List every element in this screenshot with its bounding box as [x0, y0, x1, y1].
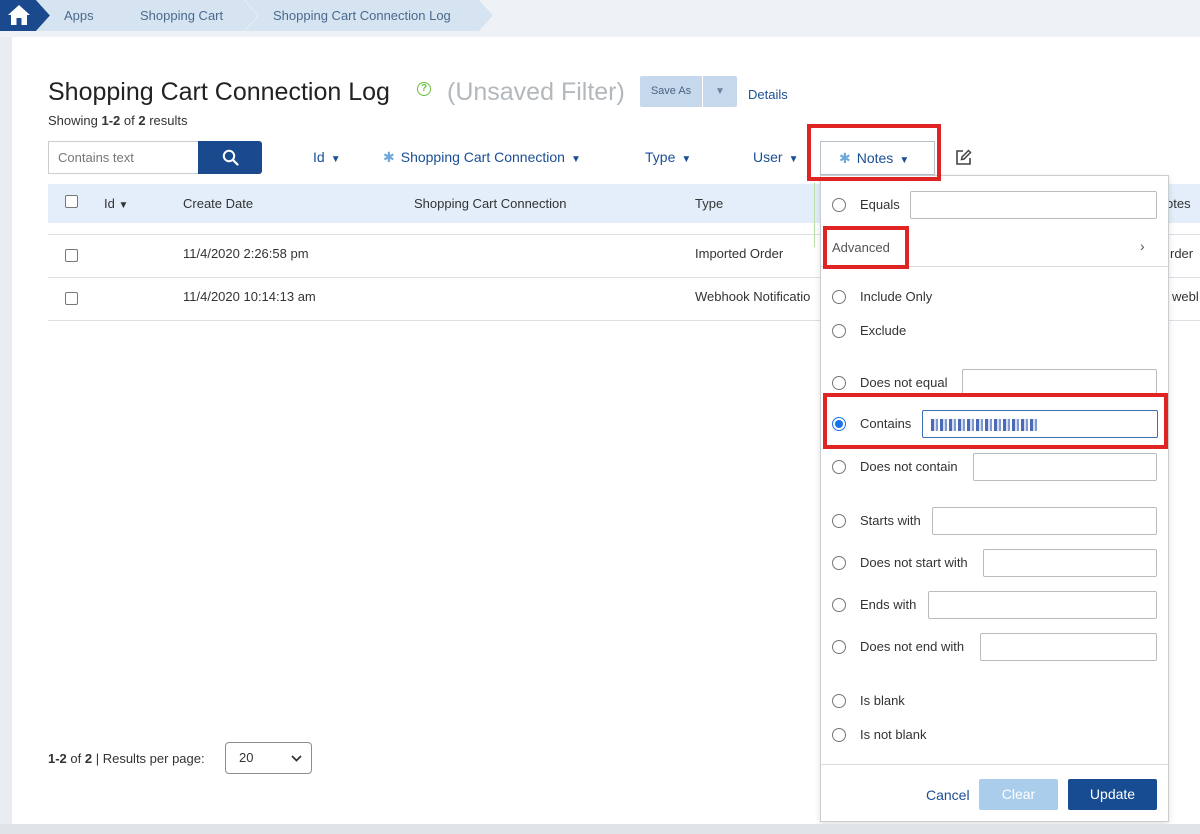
update-button[interactable]: Update [1068, 779, 1157, 810]
bottom-bar [0, 824, 1200, 834]
row-checkbox[interactable] [65, 292, 78, 305]
home-icon [8, 5, 30, 25]
search-input[interactable] [48, 141, 199, 174]
radio-does-not-contain[interactable] [832, 459, 846, 474]
caret-down-icon: ▼ [570, 154, 581, 165]
option-does-not-equal[interactable]: Does not equal [832, 375, 947, 391]
column-header-notes[interactable]: otes [1166, 196, 1191, 211]
results-per-page-select[interactable]: 20 [225, 742, 312, 774]
edit-icon[interactable] [955, 149, 972, 166]
cell-notes: rder [1170, 246, 1194, 261]
option-exclude[interactable]: Exclude [832, 323, 906, 339]
cell-create-date: 11/4/2020 2:26:58 pm [183, 246, 309, 261]
cancel-button[interactable]: Cancel [926, 787, 970, 803]
caret-down-icon: ▼ [330, 154, 341, 165]
filter-user[interactable]: User ▼ [753, 149, 798, 165]
does-not-contain-input[interactable] [973, 453, 1157, 481]
chevron-down-icon [291, 755, 302, 762]
highlight-notes-filter [807, 124, 941, 181]
help-icon[interactable]: ? [417, 82, 431, 96]
select-all-checkbox[interactable] [65, 195, 78, 208]
radio-equals[interactable] [832, 197, 846, 212]
details-link[interactable]: Details [748, 87, 788, 102]
option-is-not-blank[interactable]: Is not blank [832, 727, 927, 743]
option-equals[interactable]: Equals [832, 197, 900, 213]
notes-filter-dropdown [820, 175, 1169, 822]
option-starts-with[interactable]: Starts with [832, 513, 921, 529]
column-header-create-date[interactable]: Create Date [183, 196, 253, 211]
filter-id[interactable]: Id ▼ [313, 149, 341, 165]
radio-is-not-blank[interactable] [832, 727, 846, 742]
save-as-button[interactable]: Save As [640, 76, 702, 107]
option-does-not-end-with[interactable]: Does not end with [832, 639, 964, 655]
dropdown-divider [821, 764, 1168, 765]
pagination-summary: 1-2 of 2 | Results per page: [48, 751, 205, 766]
caret-down-icon: ▼ [788, 154, 799, 165]
cell-type: Webhook Notificatio [695, 289, 811, 304]
radio-does-not-end-with[interactable] [832, 639, 846, 654]
radio-starts-with[interactable] [832, 513, 846, 528]
option-include-only[interactable]: Include Only [832, 289, 932, 305]
breadcrumb-shopping-cart[interactable]: Shopping Cart [112, 0, 258, 31]
filter-shopping-cart-connection[interactable]: ✱ Shopping Cart Connection ▼ [383, 149, 581, 166]
caret-down-icon: ▼ [715, 86, 725, 97]
unsaved-filter-label: (Unsaved Filter) [447, 78, 625, 106]
search-icon [222, 149, 239, 166]
radio-ends-with[interactable] [832, 597, 846, 612]
radio-does-not-start-with[interactable] [832, 555, 846, 570]
radio-exclude[interactable] [832, 323, 846, 338]
option-ends-with[interactable]: Ends with [832, 597, 916, 613]
page-title: Shopping Cart Connection Log [48, 78, 390, 106]
asterisk-icon: ✱ [383, 149, 395, 165]
does-not-start-with-input[interactable] [983, 549, 1157, 577]
filter-type[interactable]: Type ▼ [645, 149, 691, 165]
radio-include-only[interactable] [832, 289, 846, 304]
cell-notes: webl [1172, 289, 1199, 304]
option-does-not-start-with[interactable]: Does not start with [832, 555, 968, 571]
radio-does-not-equal[interactable] [832, 375, 846, 390]
save-as-dropdown[interactable]: ▼ [703, 76, 737, 107]
column-header-id[interactable]: Id ▼ [104, 196, 128, 211]
highlight-contains [823, 393, 1168, 449]
equals-input[interactable] [910, 191, 1157, 219]
option-does-not-contain[interactable]: Does not contain [832, 459, 958, 475]
ends-with-input[interactable] [928, 591, 1157, 619]
radio-is-blank[interactable] [832, 693, 846, 708]
highlight-advanced [823, 226, 909, 269]
chevron-right-icon: › [1140, 238, 1145, 254]
cell-type: Imported Order [695, 246, 784, 261]
results-count: Showing 1-2 of 2 results [48, 113, 188, 128]
breadcrumb-connection-log[interactable]: Shopping Cart Connection Log [245, 0, 493, 31]
clear-button[interactable]: Clear [979, 779, 1058, 810]
caret-down-icon: ▼ [681, 154, 692, 165]
does-not-end-with-input[interactable] [980, 633, 1157, 661]
starts-with-input[interactable] [932, 507, 1157, 535]
search-button[interactable] [198, 141, 262, 174]
column-header-type[interactable]: Type [695, 196, 723, 211]
option-is-blank[interactable]: Is blank [832, 693, 905, 709]
sort-caret-icon: ▼ [118, 200, 129, 211]
row-checkbox[interactable] [65, 249, 78, 262]
cell-create-date: 11/4/2020 10:14:13 am [183, 289, 316, 304]
column-header-connection[interactable]: Shopping Cart Connection [414, 196, 567, 211]
